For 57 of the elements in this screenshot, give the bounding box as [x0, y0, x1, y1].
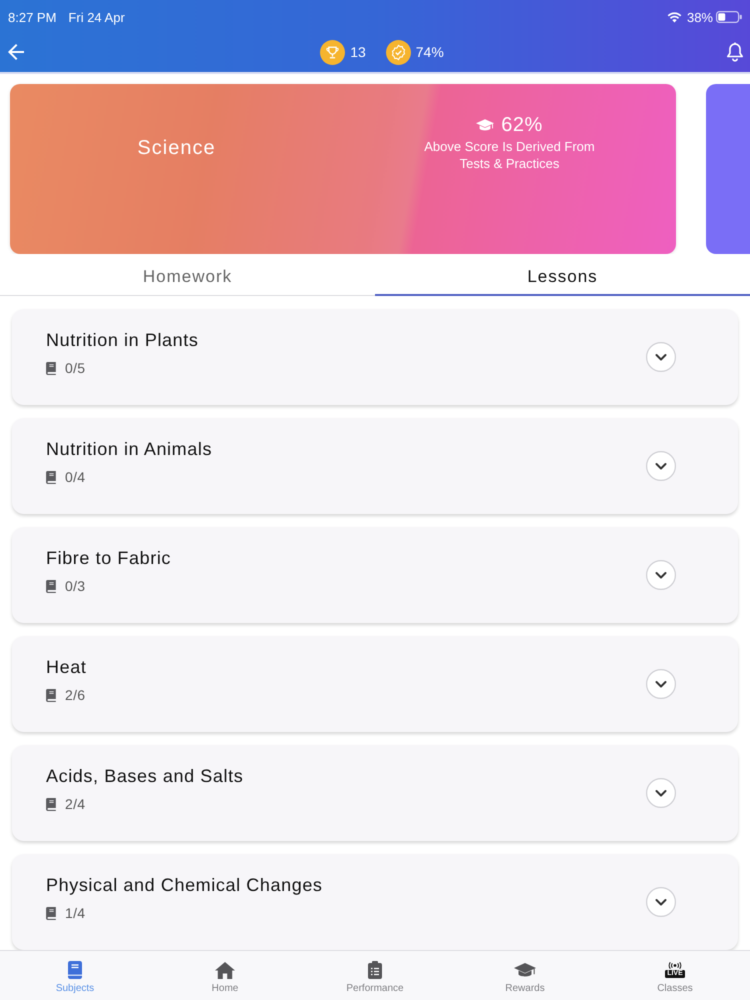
lesson-card[interactable]: Nutrition in Plants 0/5: [12, 309, 738, 405]
tab[interactable]: Homework: [0, 254, 375, 296]
chevron-icon[interactable]: [646, 669, 676, 699]
lesson-count: 2/4: [65, 796, 86, 812]
chevron-icon[interactable]: [646, 342, 676, 372]
battery-percent: 38%: [686, 10, 713, 24]
trophy-icon: [320, 40, 346, 64]
notifications-button[interactable]: [726, 42, 744, 62]
graduation-cap-icon: [476, 119, 494, 132]
wifi-icon: [666, 12, 682, 22]
lesson-count: 0/4: [65, 469, 86, 485]
lesson-card[interactable]: Acids, Bases and Salts 2/4: [12, 745, 738, 841]
lesson-card[interactable]: Heat 2/6: [12, 636, 738, 732]
clipboard-icon: [368, 961, 382, 979]
book-icon: [46, 688, 57, 702]
score-note: Above Score Is Derived From Tests & Practices: [423, 138, 596, 172]
chevron-icon[interactable]: [646, 887, 676, 917]
book-icon: [46, 470, 57, 484]
check-badge-icon: [386, 40, 411, 64]
lesson-title: Nutrition in Animals: [46, 439, 212, 460]
trophy-count: 13: [350, 44, 366, 60]
tab[interactable]: Lessons: [375, 254, 750, 296]
lesson-title: Physical and Chemical Changes: [46, 875, 323, 896]
house-icon: [215, 962, 235, 978]
chevron-icon[interactable]: [646, 451, 676, 481]
lesson-title: Heat: [46, 657, 86, 678]
broadcast-icon: [666, 962, 684, 969]
lesson-card[interactable]: Nutrition in Animals 0/4: [12, 418, 738, 514]
nav-tab[interactable]: Home: [212, 951, 238, 1000]
chevron-icon[interactable]: [646, 560, 676, 590]
book-icon: [46, 580, 57, 592]
back-arrow-icon: [8, 44, 24, 60]
nav-tab[interactable]: Performance: [346, 951, 404, 1000]
book-icon: [46, 798, 57, 810]
subject-title: Science: [137, 136, 216, 160]
lesson-count: 0/5: [65, 360, 86, 376]
back-button[interactable]: [8, 44, 24, 60]
lesson-card[interactable]: Physical and Chemical Changes 1/4: [12, 854, 738, 950]
battery-icon: [716, 11, 742, 23]
score-percent: 74%: [416, 44, 444, 60]
lesson-card[interactable]: Fibre to Fabric 0/3: [12, 527, 738, 623]
chevron-icon[interactable]: [646, 778, 676, 808]
lesson-title: Fibre to Fabric: [46, 548, 172, 569]
nav-tab[interactable]: Rewards: [505, 951, 545, 1000]
lesson-count: 1/4: [65, 905, 86, 921]
bell-icon: [726, 42, 744, 62]
lesson-count: 0/3: [65, 578, 86, 594]
lesson-title: Acids, Bases and Salts: [46, 766, 244, 787]
book-icon: [46, 362, 57, 374]
book-icon: [68, 961, 82, 979]
lesson-title: Nutrition in Plants: [46, 330, 198, 351]
book-icon: [46, 906, 57, 920]
status-time: 8:27 PM: [8, 10, 56, 24]
lesson-count: 2/6: [65, 687, 86, 703]
graduation-cap-icon: [514, 962, 536, 978]
status-date: Fri 24 Apr: [68, 10, 125, 24]
subject-score: 62%: [501, 114, 543, 137]
